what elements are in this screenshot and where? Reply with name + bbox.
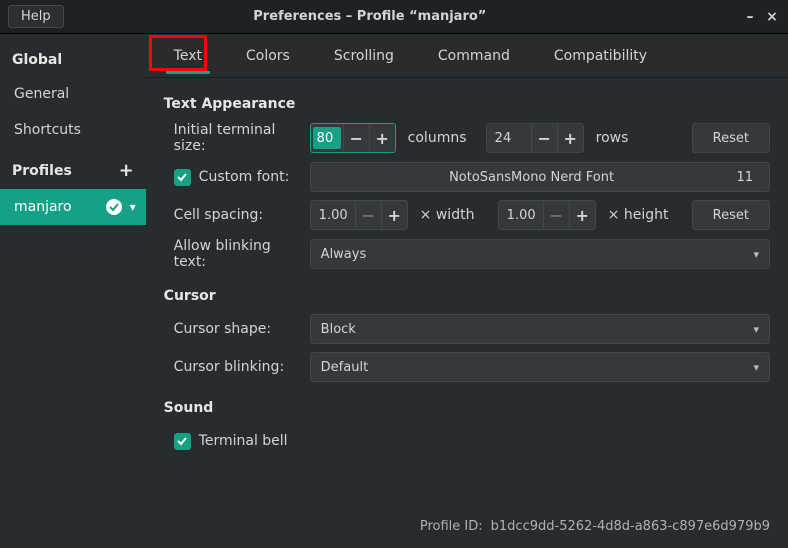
preferences-window: Help Preferences – Profile “manjaro” – ×… xyxy=(0,0,788,548)
font-name: NotoSansMono Nerd Font xyxy=(327,170,737,185)
rows-decrement-icon[interactable]: − xyxy=(531,124,557,152)
reset-spacing-button[interactable]: Reset xyxy=(692,200,770,230)
rows-spin[interactable]: − + xyxy=(486,123,584,153)
terminal-bell-label: Terminal bell xyxy=(199,433,288,449)
width-decrement-icon[interactable]: − xyxy=(355,201,381,229)
tabs: Text Colors Scrolling Command Compatibil… xyxy=(146,34,788,78)
height-decrement-icon[interactable]: − xyxy=(543,201,569,229)
allow-blinking-value: Always xyxy=(321,247,367,262)
cursor-shape-value: Block xyxy=(321,322,356,337)
row-cursor-shape: Cursor shape: Block ▾ xyxy=(164,314,770,344)
width-increment-icon[interactable]: + xyxy=(381,201,407,229)
tab-command[interactable]: Command xyxy=(416,34,532,78)
row-allow-blinking: Allow blinking text: Always ▾ xyxy=(164,238,770,270)
width-spin[interactable]: − + xyxy=(310,200,408,230)
sidebar-item-shortcuts[interactable]: Shortcuts xyxy=(0,112,146,148)
columns-input[interactable] xyxy=(313,127,341,149)
allow-blinking-dropdown[interactable]: Always ▾ xyxy=(310,239,770,269)
close-button[interactable]: × xyxy=(764,9,780,25)
sidebar-header-profiles: Profiles + xyxy=(0,148,146,189)
rows-label: rows xyxy=(590,130,668,146)
row-cursor-blinking: Cursor blinking: Default ▾ xyxy=(164,352,770,382)
cursor-blinking-label: Cursor blinking: xyxy=(164,359,304,375)
row-initial-size: Initial terminal size: − + columns − + r… xyxy=(164,122,770,154)
height-input[interactable] xyxy=(499,201,543,229)
columns-increment-icon[interactable]: + xyxy=(369,124,395,152)
terminal-bell-check-label[interactable]: Terminal bell xyxy=(164,433,288,450)
section-text-appearance: Text Appearance xyxy=(164,96,770,112)
sidebar-item-general[interactable]: General xyxy=(0,76,146,112)
columns-label: columns xyxy=(402,130,480,146)
row-cell-spacing: Cell spacing: − + × width − + × height R… xyxy=(164,200,770,230)
allow-blinking-label: Allow blinking text: xyxy=(164,238,304,270)
columns-decrement-icon[interactable]: − xyxy=(343,124,369,152)
tab-scrolling[interactable]: Scrolling xyxy=(312,34,416,78)
height-label: × height xyxy=(602,207,680,223)
rows-input[interactable] xyxy=(487,124,531,152)
profile-row-icons: ▾ xyxy=(106,199,136,215)
custom-font-checkbox[interactable] xyxy=(174,169,191,186)
row-terminal-bell: Terminal bell xyxy=(164,426,770,456)
profile-menu-icon[interactable]: ▾ xyxy=(130,200,136,214)
titlebar: Help Preferences – Profile “manjaro” – × xyxy=(0,0,788,34)
initial-size-label: Initial terminal size: xyxy=(164,122,304,154)
window-title: Preferences – Profile “manjaro” xyxy=(64,9,736,24)
cursor-shape-label: Cursor shape: xyxy=(164,321,304,337)
font-size: 11 xyxy=(736,170,753,185)
width-label: × width xyxy=(414,207,492,223)
profile-id-value: b1dcc9dd-5262-4d8d-a863-c897e6d979b9 xyxy=(491,519,770,534)
content: Global General Shortcuts Profiles + manj… xyxy=(0,34,788,548)
rows-increment-icon[interactable]: + xyxy=(557,124,583,152)
section-cursor: Cursor xyxy=(164,288,770,304)
width-input[interactable] xyxy=(311,201,355,229)
tab-colors[interactable]: Colors xyxy=(224,34,312,78)
font-chooser-button[interactable]: NotoSansMono Nerd Font 11 xyxy=(310,162,770,192)
section-sound: Sound xyxy=(164,400,770,416)
tab-compatibility[interactable]: Compatibility xyxy=(532,34,669,78)
cursor-blinking-dropdown[interactable]: Default ▾ xyxy=(310,352,770,382)
profile-id-label: Profile ID: xyxy=(420,519,483,534)
minimize-button[interactable]: – xyxy=(742,9,758,25)
tab-text[interactable]: Text xyxy=(152,34,224,78)
cursor-shape-dropdown[interactable]: Block ▾ xyxy=(310,314,770,344)
cell-spacing-label: Cell spacing: xyxy=(164,207,304,223)
columns-spin[interactable]: − + xyxy=(310,123,396,153)
chevron-down-icon: ▾ xyxy=(753,361,759,374)
sidebar: Global General Shortcuts Profiles + manj… xyxy=(0,34,146,548)
custom-font-label: Custom font: xyxy=(199,169,290,185)
chevron-down-icon: ▾ xyxy=(753,323,759,336)
chevron-down-icon: ▾ xyxy=(753,248,759,261)
main: Text Colors Scrolling Command Compatibil… xyxy=(146,34,788,548)
terminal-bell-checkbox[interactable] xyxy=(174,433,191,450)
sidebar-item-label: manjaro xyxy=(14,199,72,215)
height-increment-icon[interactable]: + xyxy=(569,201,595,229)
sidebar-item-manjaro[interactable]: manjaro ▾ xyxy=(0,189,146,225)
custom-font-check-label[interactable]: Custom font: xyxy=(164,169,304,186)
panel: Text Appearance Initial terminal size: −… xyxy=(146,78,788,511)
help-button[interactable]: Help xyxy=(8,5,64,28)
reset-size-button[interactable]: Reset xyxy=(692,123,770,153)
tab-text-label: Text xyxy=(174,48,202,64)
cursor-blinking-value: Default xyxy=(321,360,369,375)
height-spin[interactable]: − + xyxy=(498,200,596,230)
footer: Profile ID: b1dcc9dd-5262-4d8d-a863-c897… xyxy=(146,511,788,548)
sidebar-header-global: Global xyxy=(0,40,146,76)
add-profile-icon[interactable]: + xyxy=(119,160,134,181)
profiles-header-label: Profiles xyxy=(12,163,72,179)
row-custom-font: Custom font: NotoSansMono Nerd Font 11 xyxy=(164,162,770,192)
profile-default-icon xyxy=(106,199,122,215)
